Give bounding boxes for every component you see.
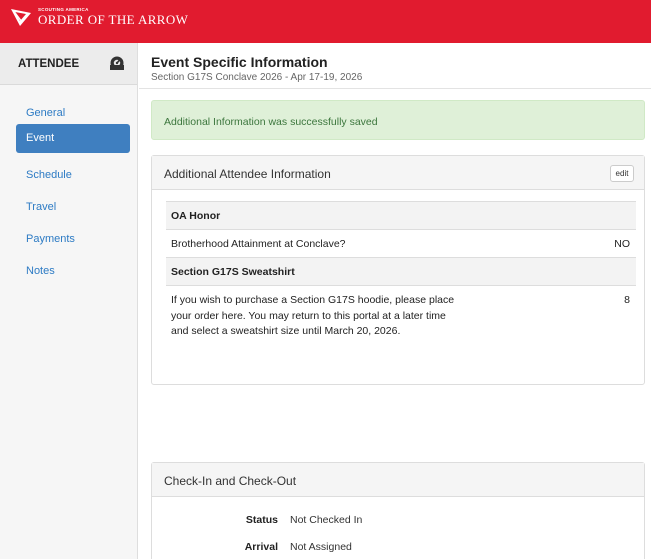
table-row: If you wish to purchase a Section G17S h… <box>166 285 636 365</box>
site-logo[interactable]: SCOUTING AMERICA ORDER OF THE ARROW <box>10 7 188 27</box>
sidebar-title: ATTENDEE <box>18 58 80 70</box>
panel-title: Check-In and Check-Out <box>164 474 297 488</box>
arrival-label: Arrival <box>244 541 278 553</box>
sidebar-header: ATTENDEE <box>0 43 137 85</box>
table-row-section-heading: OA Honor <box>166 201 636 229</box>
dashboard-gauge-icon[interactable] <box>110 56 124 73</box>
header-divider <box>139 88 651 89</box>
table-row: Brotherhood Attainment at Conclave? NO <box>166 229 636 257</box>
table-row-section-heading: Section G17S Sweatshirt <box>166 257 636 285</box>
section-heading: Section G17S Sweatshirt <box>171 266 295 278</box>
sidebar-item-schedule[interactable]: Schedule <box>16 161 130 190</box>
status-label: Status <box>245 514 278 526</box>
panel-heading: Check-In and Check-Out <box>152 463 644 497</box>
arrowhead-logo-icon <box>10 7 32 27</box>
answer-value: NO <box>614 238 630 250</box>
additional-info-panel: Additional Attendee Information edit OA … <box>151 155 645 385</box>
logo-text: SCOUTING AMERICA ORDER OF THE ARROW <box>38 7 189 28</box>
panel-heading: Additional Attendee Information edit <box>152 156 644 190</box>
sidebar-item-travel[interactable]: Travel <box>16 193 130 222</box>
question-label: Brotherhood Attainment at Conclave? <box>171 238 346 250</box>
logo-big-text: ORDER OF THE ARROW <box>38 12 189 28</box>
panel-title: Additional Attendee Information <box>164 167 331 181</box>
success-alert: Additional Information was successfully … <box>151 100 645 140</box>
section-heading: OA Honor <box>171 210 221 222</box>
page-subtitle: Section G17S Conclave 2026 - Apr 17-19, … <box>151 72 363 83</box>
sidebar: ATTENDEE General Event Schedule Travel P… <box>0 43 138 559</box>
status-value: Not Checked In <box>290 514 363 526</box>
question-label: If you wish to purchase a Section G17S h… <box>171 294 455 337</box>
sidebar-item-notes[interactable]: Notes <box>16 257 130 286</box>
answer-value: 8 <box>624 294 630 306</box>
sidebar-item-event[interactable]: Event <box>16 124 130 153</box>
page-title: Event Specific Information <box>151 54 328 70</box>
arrival-value: Not Assigned <box>290 541 352 553</box>
checkin-panel: Check-In and Check-Out Status Not Checke… <box>151 462 645 559</box>
sidebar-item-payments[interactable]: Payments <box>16 225 130 254</box>
edit-button[interactable]: edit <box>610 165 634 182</box>
top-navbar: SCOUTING AMERICA ORDER OF THE ARROW <box>0 0 651 43</box>
